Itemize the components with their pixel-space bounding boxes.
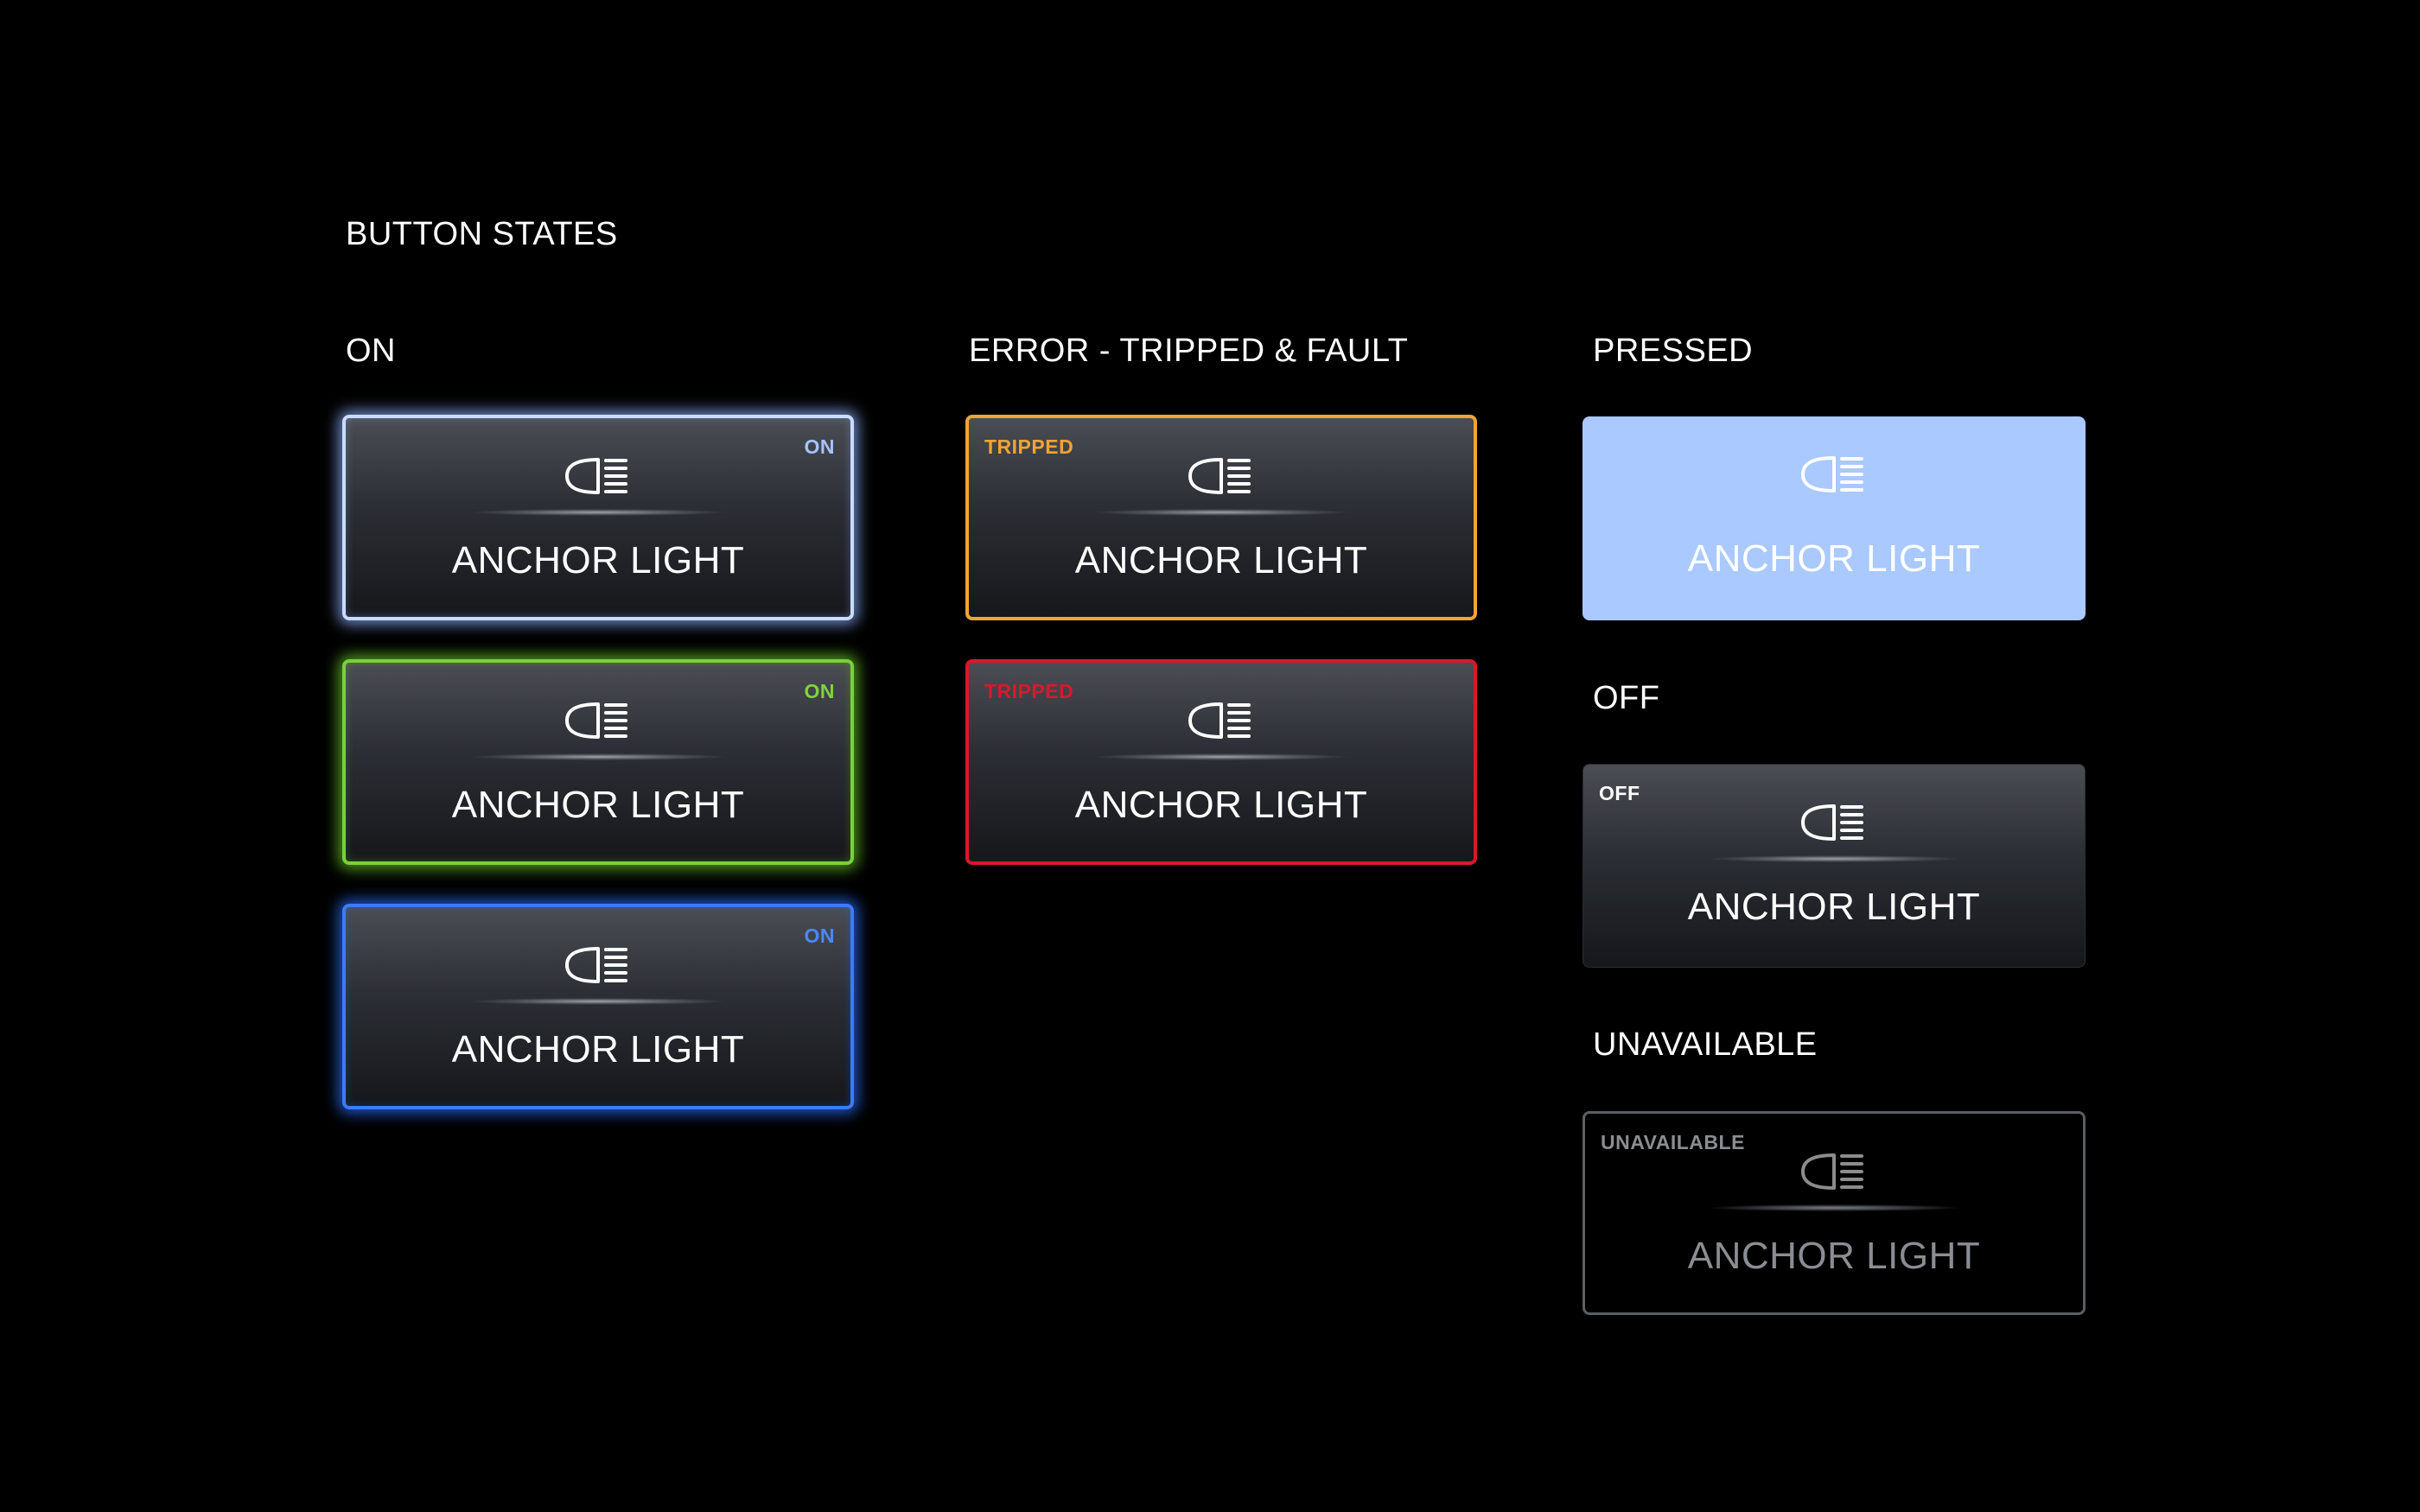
section-label-on: ON xyxy=(346,333,396,369)
anchor-light-button-on-green[interactable]: ON ANCHOR LIGHT xyxy=(342,659,854,865)
headlight-icon xyxy=(564,697,633,744)
button-label: ANCHOR LIGHT xyxy=(1687,886,1981,928)
section-label-pressed: PRESSED xyxy=(1593,333,1754,369)
divider xyxy=(1096,753,1347,760)
section-label-error: ERROR - TRIPPED & FAULT xyxy=(969,333,1409,369)
headlight-icon xyxy=(564,453,633,499)
headlight-icon xyxy=(564,942,633,988)
button-label: ANCHOR LIGHT xyxy=(1074,539,1368,581)
page-title: BUTTON STATES xyxy=(346,216,618,252)
section-label-unavailable: UNAVAILABLE xyxy=(1593,1026,1818,1063)
status-badge: UNAVAILABLE xyxy=(1601,1131,1745,1153)
status-badge: TRIPPED xyxy=(984,680,1074,702)
anchor-light-button-on-blue[interactable]: ON ANCHOR LIGHT xyxy=(342,904,854,1109)
headlight-icon xyxy=(1799,799,1869,846)
divider xyxy=(473,753,723,760)
divider xyxy=(1709,855,1959,862)
headlight-icon xyxy=(1187,697,1256,744)
section-label-off: OFF xyxy=(1593,680,1660,716)
button-label: ANCHOR LIGHT xyxy=(451,784,745,826)
divider xyxy=(473,509,723,516)
button-label: ANCHOR LIGHT xyxy=(451,539,745,581)
divider xyxy=(1709,1204,1959,1211)
headlight-icon xyxy=(1187,453,1256,499)
divider xyxy=(1096,509,1347,516)
button-label: ANCHOR LIGHT xyxy=(451,1028,745,1070)
headlight-icon xyxy=(1799,1148,1869,1195)
status-badge: ON xyxy=(804,680,835,702)
anchor-light-button-unavailable[interactable]: UNAVAILABLE ANCHOR LIGHT xyxy=(1583,1111,2086,1315)
anchor-light-button-on-white[interactable]: ON ANCHOR LIGHT xyxy=(342,415,854,620)
status-badge: TRIPPED xyxy=(984,435,1074,458)
anchor-light-button-pressed[interactable]: ANCHOR LIGHT xyxy=(1583,416,2086,620)
status-badge: ON xyxy=(804,435,835,458)
status-badge: OFF xyxy=(1599,782,1640,804)
headlight-icon xyxy=(1799,451,1869,498)
button-label: ANCHOR LIGHT xyxy=(1074,784,1368,826)
divider xyxy=(473,998,723,1005)
anchor-light-button-off[interactable]: OFF ANCHOR LIGHT xyxy=(1583,764,2086,968)
anchor-light-button-fault[interactable]: TRIPPED ANCHOR LIGHT xyxy=(965,659,1477,865)
anchor-light-button-tripped[interactable]: TRIPPED ANCHOR LIGHT xyxy=(965,415,1477,620)
button-label: ANCHOR LIGHT xyxy=(1687,1235,1981,1277)
button-label: ANCHOR LIGHT xyxy=(1687,537,1981,580)
status-badge: ON xyxy=(804,924,835,947)
